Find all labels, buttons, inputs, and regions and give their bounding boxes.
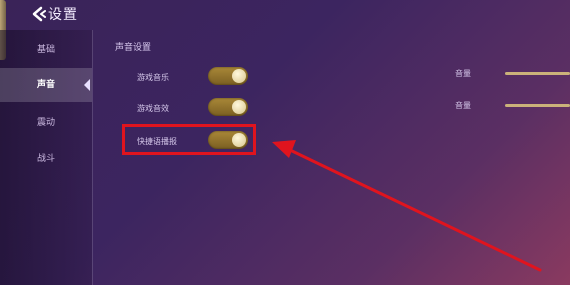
annotation-arrow-icon (272, 140, 542, 272)
